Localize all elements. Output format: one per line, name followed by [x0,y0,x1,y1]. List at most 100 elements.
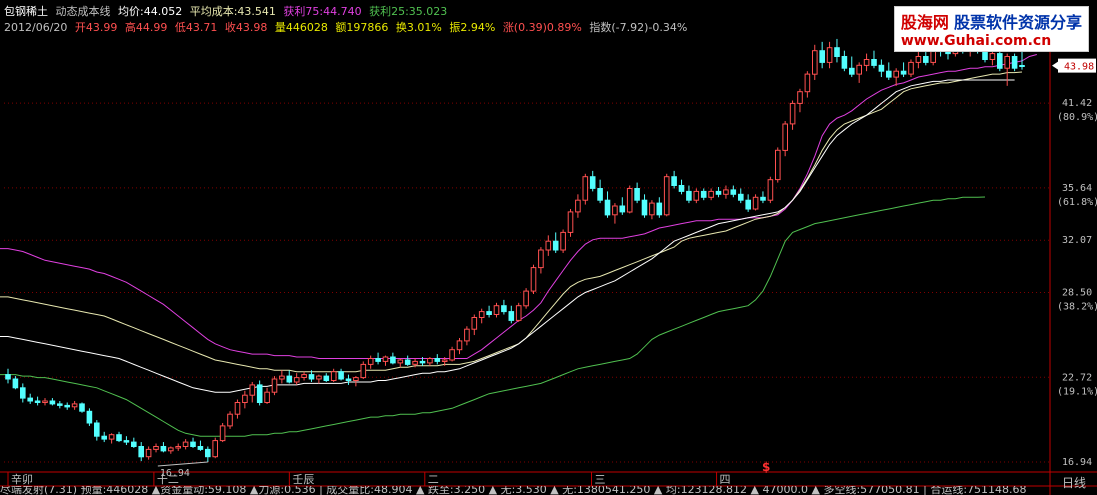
candle-body [441,359,448,362]
watermark-url: www.Guhai.com.cn [900,33,1052,49]
candle-body [812,50,818,75]
candle-body [523,290,529,307]
series-line [0,79,1015,393]
y-tick-pct: (19.1%) [1057,386,1097,397]
y-tick-pct: (61.8%) [1057,197,1097,208]
candle-body [649,202,655,216]
candle-body [775,149,781,181]
candle-body [168,447,174,452]
quote-change: 涨(0.39)0.89% [502,21,582,34]
candle-body [989,53,996,60]
candle-body [153,446,159,450]
grid-lines [4,102,1050,463]
candle-body [797,91,803,104]
watermark-brand-blue: 股票软件资源分享 [953,13,1082,32]
candle-body [789,102,796,125]
candle-body [449,349,455,361]
cost-lines [0,54,1037,437]
candle-body [700,190,707,198]
candlesticks [5,38,1025,462]
candle-body [612,205,618,216]
x-tick-label: 辛卯 [11,472,33,486]
candle-body [782,123,789,151]
bottom-status-text: 尽端发射(7.31) 预量:446028 ▲资金量动:59.108 ▲力源:0.… [0,486,1027,495]
candle-body [493,305,500,316]
series-line [0,196,986,437]
avg-price: 均价:44.052 [118,5,183,18]
low-marker-line [157,461,208,467]
candle-body [708,190,714,198]
candle-body [900,70,907,75]
candle-body [308,374,315,380]
candle-body [212,440,218,458]
candle-body [745,199,752,210]
indicator-header: 包钢稀土 动态成本线 均价:44.052 平均成本:43.541 获利75:44… [4,3,451,19]
profit75: 获利75:44.740 [283,5,362,18]
candle-body [804,73,811,93]
candle-body [693,190,700,201]
x-tick-label: 壬辰 [292,473,314,486]
candle-body [205,448,211,458]
candle-body [560,231,566,251]
candle-body [501,305,507,313]
candle-body [86,410,93,424]
candle-body [323,375,330,382]
candle-body [641,199,648,216]
candle-body [353,377,359,382]
y-axis: 41.42 (80.9%) 35.64 (61.8%) 32.07 28.50 (38.2%… [1049,36,1097,495]
y-tick-label: 41.42 [1062,98,1092,109]
candle-body [360,363,367,379]
candle-body [908,61,914,75]
candle-body [116,434,122,442]
low-marker-value: 16.94 [160,468,190,479]
candle-body [279,375,285,380]
candle-body [286,375,293,383]
candle-body [915,56,922,63]
candle-body [71,403,78,408]
candle-body [582,176,589,201]
y-tick-pct: (80.9%) [1057,112,1097,123]
candle-body [567,211,574,233]
candle-body [108,434,115,440]
candle-body [686,190,692,201]
candle-body [49,400,56,405]
candle-body [301,374,307,379]
quote-high: 高44.99 [124,21,168,34]
quote-close: 收43.98 [224,21,268,34]
candle-body [330,371,337,382]
candle-body [219,425,226,442]
candle-body [397,359,404,364]
candle-body [878,64,885,72]
candle-body [760,196,766,201]
period-label[interactable]: 日线 [1062,474,1086,491]
candle-body [923,56,929,63]
y-tick-label: 32.07 [1062,235,1092,246]
candle-body [849,67,855,75]
candle-body [826,47,833,63]
candle-body [841,56,848,69]
stock-chart[interactable]: 41.42 (80.9%) 35.64 (61.8%) 32.07 28.50 (38.2%… [0,0,1097,495]
candle-body [256,384,263,403]
candle-body [738,193,744,201]
stock-name[interactable]: 包钢稀土 [4,5,48,18]
candle-body [663,176,670,216]
candle-body [589,176,596,189]
candle-body [730,189,737,195]
quote-amplitude: 振2.94% [449,21,496,34]
candle-body [471,317,478,330]
candle-body [427,358,433,364]
candle-body [671,176,677,186]
quote-volume: 量446028 [274,21,328,34]
candle-body [478,311,485,319]
candle-body [271,378,278,393]
candle-body [382,356,389,362]
indicator-name: 动态成本线 [55,5,111,18]
candle-body [367,358,374,365]
x-tick-label: 四 [720,473,731,486]
candle-body [486,311,492,316]
candle-body [131,441,137,448]
y-tick-label: 22.72 [1062,372,1092,383]
candle-body [404,359,411,365]
candle-body [182,441,189,448]
candle-body [626,188,633,213]
